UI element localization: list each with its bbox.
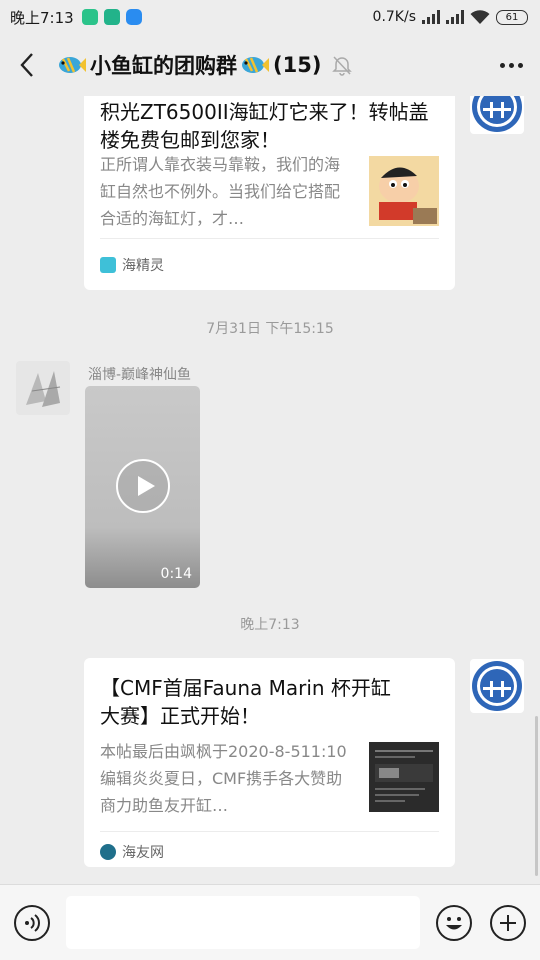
avatar-logo	[470, 96, 524, 134]
wifi-icon	[470, 9, 490, 24]
status-bar: 晚上7:13 0.7K/s 61	[0, 0, 540, 34]
status-time: 晚上7:13	[10, 8, 74, 27]
signal-icon	[446, 10, 464, 24]
link-card[interactable]: 【CMF首届Fauna Marin 杯开缸大赛】正式开始！ 本帖最后由飒枫于20…	[84, 658, 455, 867]
voice-icon	[25, 914, 40, 932]
video-message[interactable]: 0:14	[85, 386, 200, 588]
timestamp: 晚上7:13	[240, 617, 300, 633]
message-list[interactable]: 积光ZT6500II海缸灯它来了！转帖盖楼免费包邮到您家！ 正所谓人靠衣装马靠鞍…	[0, 96, 540, 884]
card-thumbnail	[369, 156, 439, 226]
card-divider	[100, 831, 439, 832]
card-source-label: 海友网	[122, 845, 164, 861]
card-source: 海精灵	[100, 255, 164, 275]
cartoon-thumbnail	[369, 156, 439, 226]
screenshot-thumbnail	[369, 742, 439, 812]
member-count: (15)	[273, 53, 322, 77]
timestamp: 7月31日 下午15:15	[206, 321, 334, 337]
card-divider	[100, 238, 439, 239]
card-title: 积光ZT6500II海缸灯它来了！转帖盖楼免费包邮到您家！	[100, 100, 429, 152]
voice-button[interactable]	[14, 905, 50, 941]
link-card[interactable]: 积光ZT6500II海缸灯它来了！转帖盖楼免费包邮到您家！ 正所谓人靠衣装马靠鞍…	[84, 96, 455, 290]
fish-icon	[242, 57, 269, 73]
video-duration: 0:14	[160, 566, 192, 582]
card-source-label: 海精灵	[122, 258, 164, 274]
avatar[interactable]	[470, 659, 524, 713]
cloud-icon	[125, 9, 142, 25]
fish-icon	[59, 57, 86, 73]
card-title: 【CMF首届Fauna Marin 杯开缸大赛】正式开始！	[100, 676, 391, 728]
app-icon	[103, 9, 120, 25]
back-icon	[20, 53, 33, 77]
source-app-icon	[100, 844, 116, 860]
card-description: 正所谓人靠衣装马靠鞍，我们的海缸自然也不例外。当我们给它搭配合适的海缸灯，才…	[100, 155, 341, 228]
battery-level: 61	[505, 11, 519, 23]
emoji-button[interactable]	[436, 905, 472, 941]
avatar[interactable]	[470, 96, 524, 134]
sender-name: 淄博-巅峰神仙鱼	[88, 367, 192, 383]
signal-icon	[422, 10, 440, 24]
back-button[interactable]	[0, 34, 54, 96]
group-name: 小鱼缸的团购群	[90, 54, 237, 78]
input-bar	[0, 884, 540, 960]
group-title: 小鱼缸的团购群 (15)	[54, 50, 353, 80]
card-description: 本帖最后由飒枫于2020-8-511:10编辑炎炎夏日，CMF携手各大赞助商力助…	[100, 742, 347, 815]
battery-icon: 61	[496, 9, 528, 25]
status-right: 0.7K/s 61	[373, 9, 528, 25]
more-button[interactable]	[496, 52, 526, 78]
card-source: 海友网	[100, 842, 164, 862]
plus-button[interactable]	[490, 905, 526, 941]
chat-header: 小鱼缸的团购群 (15)	[0, 34, 540, 96]
mute-bell-icon	[332, 56, 353, 76]
card-thumbnail	[369, 742, 439, 812]
network-speed: 0.7K/s	[372, 9, 416, 25]
emoji-icon	[446, 917, 462, 930]
avatar[interactable]	[16, 361, 70, 415]
avatar-logo	[470, 659, 524, 713]
avatar-fish-photo	[16, 361, 70, 415]
more-icon	[499, 62, 505, 68]
play-icon[interactable]	[116, 459, 170, 513]
message-input[interactable]	[66, 896, 420, 949]
app-icon	[81, 9, 98, 25]
source-app-icon	[100, 257, 116, 273]
scrollbar[interactable]	[535, 716, 538, 876]
